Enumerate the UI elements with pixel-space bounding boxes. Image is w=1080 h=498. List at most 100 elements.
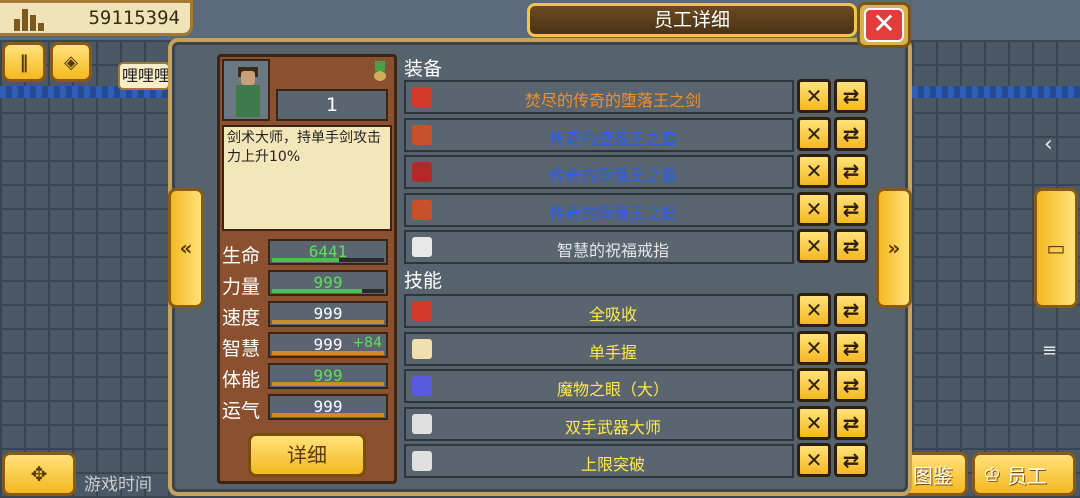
skill-name: 单手握: [588, 342, 637, 362]
skill-swap-button[interactable]: ⇄: [834, 368, 868, 402]
swap-icon: ⇄: [842, 410, 860, 435]
medal-icon: [374, 61, 386, 81]
previous-staff-button[interactable]: «: [168, 188, 204, 308]
equipment-swap-button[interactable]: ⇄: [834, 79, 868, 113]
character-column: 1 剑术大师，持单手剑攻击力上升10% 生命 6441 力量 999 速度 999 智慧 99…: [217, 54, 397, 484]
skill-row[interactable]: 全吸收: [404, 294, 794, 328]
stat-box: 6441: [268, 239, 388, 265]
equipment-remove-button[interactable]: ✕: [797, 79, 831, 113]
skill-swap-button[interactable]: ⇄: [834, 293, 868, 327]
stat-bar-fill: [272, 413, 384, 417]
equipment-remove-button[interactable]: ✕: [797, 229, 831, 263]
swap-icon: ⇄: [842, 196, 860, 221]
skill-remove-button[interactable]: ✕: [797, 330, 831, 365]
equipment-swap-button[interactable]: ⇄: [834, 229, 868, 263]
equipment-remove-button[interactable]: ✕: [797, 191, 831, 226]
x-icon: ✕: [805, 373, 823, 397]
limit-break-icon: [412, 451, 432, 471]
skill-row[interactable]: 上限突破: [404, 444, 794, 478]
detail-button[interactable]: 详细: [248, 433, 366, 477]
pause-button[interactable]: ‖: [2, 42, 46, 82]
x-icon: ✕: [805, 234, 823, 258]
skill-swap-button[interactable]: ⇄: [834, 443, 868, 477]
x-icon: ✕: [805, 298, 823, 322]
skill-name: 双手武器大师: [564, 417, 661, 437]
character-portrait: [222, 59, 270, 121]
stat-row: 智慧 999 +84: [220, 332, 394, 362]
equipment-row[interactable]: 传奇的堕落王之盔: [404, 155, 794, 189]
skill-swap-button[interactable]: ⇄: [834, 405, 868, 440]
skill-remove-button[interactable]: ✕: [797, 293, 831, 327]
staff-button[interactable]: ♔ 员工: [972, 452, 1076, 496]
equipment-name: 传奇的堕落王之盾: [548, 128, 677, 148]
chevron-left-icon[interactable]: ‹: [1044, 132, 1053, 157]
dpad-icon: ✥: [30, 462, 48, 486]
stat-label: 生命: [222, 245, 261, 267]
close-icon: ✕: [864, 8, 904, 42]
x-icon: ✕: [805, 448, 823, 472]
next-staff-button[interactable]: »: [876, 188, 912, 308]
camera-icon: ▭: [1046, 236, 1066, 260]
skill-remove-button[interactable]: ✕: [797, 405, 831, 440]
stat-bar-fill: [272, 289, 362, 293]
stat-bar-fill: [272, 382, 384, 386]
x-icon: ✕: [805, 84, 823, 108]
equipment-name: 智慧的祝福戒指: [556, 241, 669, 260]
menu-icon[interactable]: ≡: [1042, 340, 1057, 361]
stat-bonus: +84: [352, 335, 382, 351]
stat-bar: [272, 351, 384, 355]
shield-icon: [412, 124, 432, 145]
absorb-icon: [412, 301, 432, 321]
stat-bar: [272, 413, 384, 417]
swap-icon: ⇄: [842, 448, 860, 472]
equipment-remove-button[interactable]: ✕: [797, 116, 831, 151]
side-menu-button[interactable]: ▭: [1034, 188, 1078, 308]
stat-label: 智慧: [222, 338, 261, 360]
crown-icon: ♔: [983, 462, 1001, 486]
pause-icon: ‖: [19, 51, 29, 73]
stat-box: 999: [268, 394, 388, 420]
skill-name: 全吸收: [588, 305, 637, 324]
close-button[interactable]: ✕: [857, 2, 911, 48]
skill-swap-button[interactable]: ⇄: [834, 330, 868, 365]
skill-row[interactable]: 魔物之眼（大）: [404, 369, 794, 403]
equipment-swap-button[interactable]: ⇄: [834, 191, 868, 226]
equipment-remove-button[interactable]: ✕: [797, 154, 831, 188]
equipment-swap-button[interactable]: ⇄: [834, 154, 868, 188]
stat-row: 体能 999: [220, 363, 394, 393]
money-value: 59115394: [88, 7, 180, 29]
equipment-swap-button[interactable]: ⇄: [834, 116, 868, 151]
stat-label: 运气: [222, 400, 261, 422]
skills-heading: 技能: [404, 270, 443, 292]
armor-icon: [412, 199, 432, 220]
swap-icon: ⇄: [842, 84, 860, 108]
stat-bar-fill: [272, 258, 340, 262]
equipment-row[interactable]: 智慧的祝福戒指: [404, 230, 794, 264]
stat-label: 力量: [222, 276, 261, 298]
equipment-row[interactable]: 传奇的堕落王之盾: [404, 117, 794, 152]
double-chevron-left-icon: «: [179, 236, 193, 260]
items-button[interactable]: ◈: [50, 42, 92, 82]
stat-label: 体能: [222, 369, 261, 391]
skill-remove-button[interactable]: ✕: [797, 368, 831, 402]
stat-bar: [272, 258, 384, 262]
sword-icon: [412, 87, 432, 107]
stat-box: 999: [268, 363, 388, 389]
skill-row[interactable]: 单手握: [404, 331, 794, 366]
staff-label: 员工: [1006, 463, 1047, 488]
skill-remove-button[interactable]: ✕: [797, 443, 831, 477]
stat-box: 999: [268, 270, 388, 296]
stat-bar: [272, 320, 384, 324]
stat-label: 速度: [222, 307, 261, 329]
ring-icon: [412, 237, 432, 257]
swap-icon: ⇄: [842, 159, 860, 183]
skill-row[interactable]: 双手武器大师: [404, 406, 794, 441]
skill-description: 剑术大师，持单手剑攻击力上升10%: [222, 125, 392, 231]
equipment-row[interactable]: 传奇的堕落王之铠: [404, 192, 794, 227]
monster-eye-icon: [412, 376, 432, 396]
equipment-row[interactable]: 焚尽的传奇的堕落王之剑: [404, 80, 794, 114]
move-button[interactable]: ✥: [2, 452, 76, 496]
x-icon: ✕: [805, 196, 823, 221]
stat-row: 生命 6441: [220, 239, 394, 269]
x-icon: ✕: [805, 335, 823, 360]
